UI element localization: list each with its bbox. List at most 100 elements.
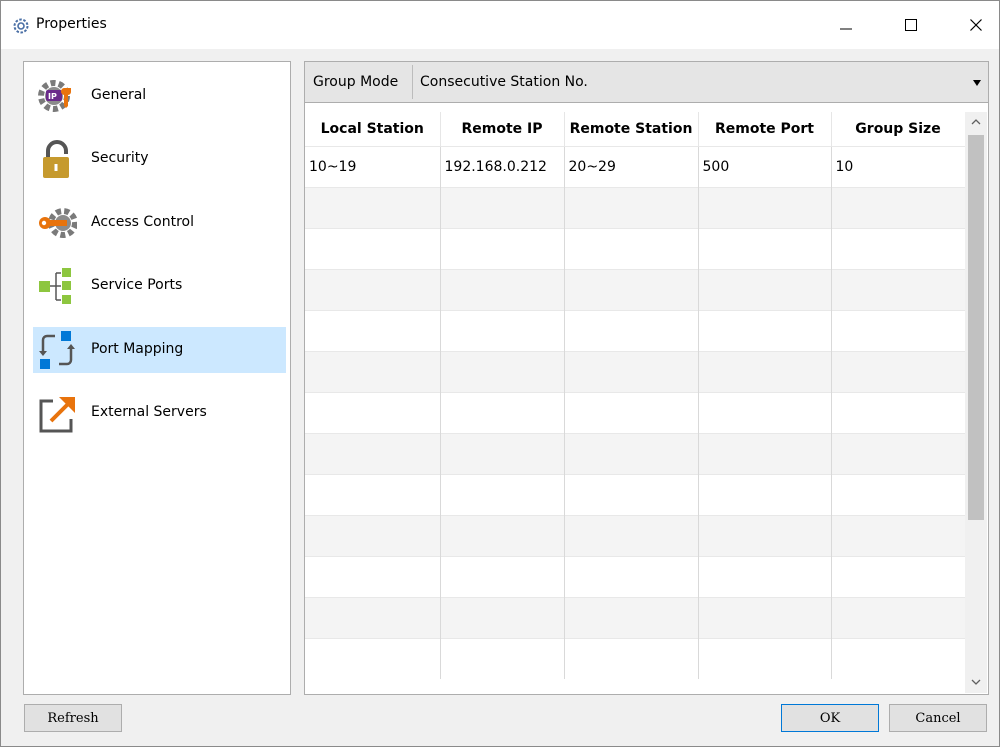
- maximize-button[interactable]: [888, 1, 934, 49]
- refresh-button[interactable]: Refresh: [24, 704, 122, 732]
- cell-empty[interactable]: [440, 638, 565, 679]
- cell-empty[interactable]: [698, 228, 832, 270]
- cell-empty[interactable]: [305, 638, 441, 679]
- cell-empty[interactable]: [698, 187, 832, 229]
- sidebar-item-access-control[interactable]: Access Control: [33, 200, 286, 246]
- column-header-group-size[interactable]: Group Size: [831, 112, 966, 147]
- cell-empty[interactable]: [440, 597, 565, 639]
- sidebar-item-general[interactable]: IP General: [33, 73, 286, 119]
- cell-empty[interactable]: [698, 474, 832, 516]
- cell-empty[interactable]: [564, 597, 699, 639]
- table-row-empty[interactable]: [305, 515, 966, 557]
- cell-empty[interactable]: [564, 310, 699, 352]
- cell-empty[interactable]: [698, 515, 832, 557]
- table-row-empty[interactable]: [305, 474, 966, 516]
- cell-empty[interactable]: [564, 228, 699, 270]
- ok-button[interactable]: OK: [781, 704, 879, 732]
- column-header-remote-port[interactable]: Remote Port: [698, 112, 832, 147]
- cell-empty[interactable]: [698, 597, 832, 639]
- cell-empty[interactable]: [564, 351, 699, 393]
- cell-remote-station[interactable]: 20~29: [564, 146, 699, 188]
- cell-empty[interactable]: [440, 269, 565, 311]
- cell-empty[interactable]: [831, 433, 966, 475]
- cell-empty[interactable]: [440, 228, 565, 270]
- cell-empty[interactable]: [440, 351, 565, 393]
- cell-empty[interactable]: [305, 556, 441, 598]
- close-button[interactable]: [953, 1, 999, 49]
- column-header-local-station[interactable]: Local Station: [305, 112, 441, 147]
- table-row-empty[interactable]: [305, 392, 966, 434]
- table-row-empty[interactable]: [305, 228, 966, 270]
- table-row-empty[interactable]: [305, 187, 966, 229]
- cell-empty[interactable]: [698, 638, 832, 679]
- cell-empty[interactable]: [440, 392, 565, 434]
- table-row-empty[interactable]: [305, 433, 966, 475]
- cell-remote-port[interactable]: 500: [698, 146, 832, 188]
- cell-empty[interactable]: [305, 351, 441, 393]
- table-row-empty[interactable]: [305, 269, 966, 311]
- scroll-down-arrow-icon[interactable]: [965, 672, 987, 692]
- cell-empty[interactable]: [831, 187, 966, 229]
- cell-empty[interactable]: [831, 474, 966, 516]
- table-row-empty[interactable]: [305, 351, 966, 393]
- cell-empty[interactable]: [831, 351, 966, 393]
- cell-group-size[interactable]: 10: [831, 146, 966, 188]
- column-header-remote-station[interactable]: Remote Station: [564, 112, 699, 147]
- cell-empty[interactable]: [831, 638, 966, 679]
- group-mode-select[interactable]: Consecutive Station No.: [412, 65, 987, 99]
- table-row-empty[interactable]: [305, 556, 966, 598]
- sidebar-item-service-ports[interactable]: Service Ports: [33, 263, 286, 309]
- sidebar-item-port-mapping[interactable]: Port Mapping: [33, 327, 286, 373]
- cell-empty[interactable]: [564, 515, 699, 557]
- cell-empty[interactable]: [698, 351, 832, 393]
- minimize-button[interactable]: [823, 1, 869, 49]
- cell-empty[interactable]: [305, 433, 441, 475]
- cell-empty[interactable]: [440, 187, 565, 229]
- cell-empty[interactable]: [698, 433, 832, 475]
- cell-empty[interactable]: [305, 597, 441, 639]
- cell-empty[interactable]: [698, 556, 832, 598]
- cell-empty[interactable]: [305, 228, 441, 270]
- cell-empty[interactable]: [305, 515, 441, 557]
- sidebar-item-security[interactable]: Security: [33, 136, 286, 182]
- cell-empty[interactable]: [564, 556, 699, 598]
- cell-empty[interactable]: [440, 515, 565, 557]
- cancel-button[interactable]: Cancel: [889, 704, 987, 732]
- cell-empty[interactable]: [564, 187, 699, 229]
- cell-empty[interactable]: [564, 474, 699, 516]
- chevron-down-icon[interactable]: [973, 80, 981, 86]
- cell-empty[interactable]: [305, 187, 441, 229]
- cell-empty[interactable]: [831, 269, 966, 311]
- cell-empty[interactable]: [831, 556, 966, 598]
- scroll-up-arrow-icon[interactable]: [965, 112, 987, 132]
- cell-local-station[interactable]: 10~19: [305, 146, 441, 188]
- cell-empty[interactable]: [440, 556, 565, 598]
- cell-empty[interactable]: [564, 433, 699, 475]
- cell-empty[interactable]: [305, 392, 441, 434]
- cell-empty[interactable]: [698, 392, 832, 434]
- cell-empty[interactable]: [305, 269, 441, 311]
- cell-empty[interactable]: [831, 392, 966, 434]
- cell-empty[interactable]: [440, 474, 565, 516]
- cell-empty[interactable]: [564, 269, 699, 311]
- cell-empty[interactable]: [564, 638, 699, 679]
- cell-empty[interactable]: [831, 310, 966, 352]
- vertical-scrollbar[interactable]: [965, 112, 987, 693]
- cell-empty[interactable]: [440, 310, 565, 352]
- table-row-empty[interactable]: [305, 638, 966, 679]
- cell-empty[interactable]: [698, 310, 832, 352]
- cell-empty[interactable]: [440, 433, 565, 475]
- cell-empty[interactable]: [564, 392, 699, 434]
- cell-empty[interactable]: [831, 597, 966, 639]
- table-row[interactable]: 10~19 192.168.0.212 20~29 500 10: [305, 146, 966, 188]
- cell-empty[interactable]: [305, 310, 441, 352]
- scrollbar-thumb[interactable]: [968, 135, 984, 520]
- cell-remote-ip[interactable]: 192.168.0.212: [440, 146, 565, 188]
- cell-empty[interactable]: [831, 515, 966, 557]
- table-row-empty[interactable]: [305, 597, 966, 639]
- column-header-remote-ip[interactable]: Remote IP: [440, 112, 565, 147]
- table-row-empty[interactable]: [305, 310, 966, 352]
- cell-empty[interactable]: [698, 269, 832, 311]
- sidebar-item-external-servers[interactable]: External Servers: [33, 390, 286, 436]
- cell-empty[interactable]: [305, 474, 441, 516]
